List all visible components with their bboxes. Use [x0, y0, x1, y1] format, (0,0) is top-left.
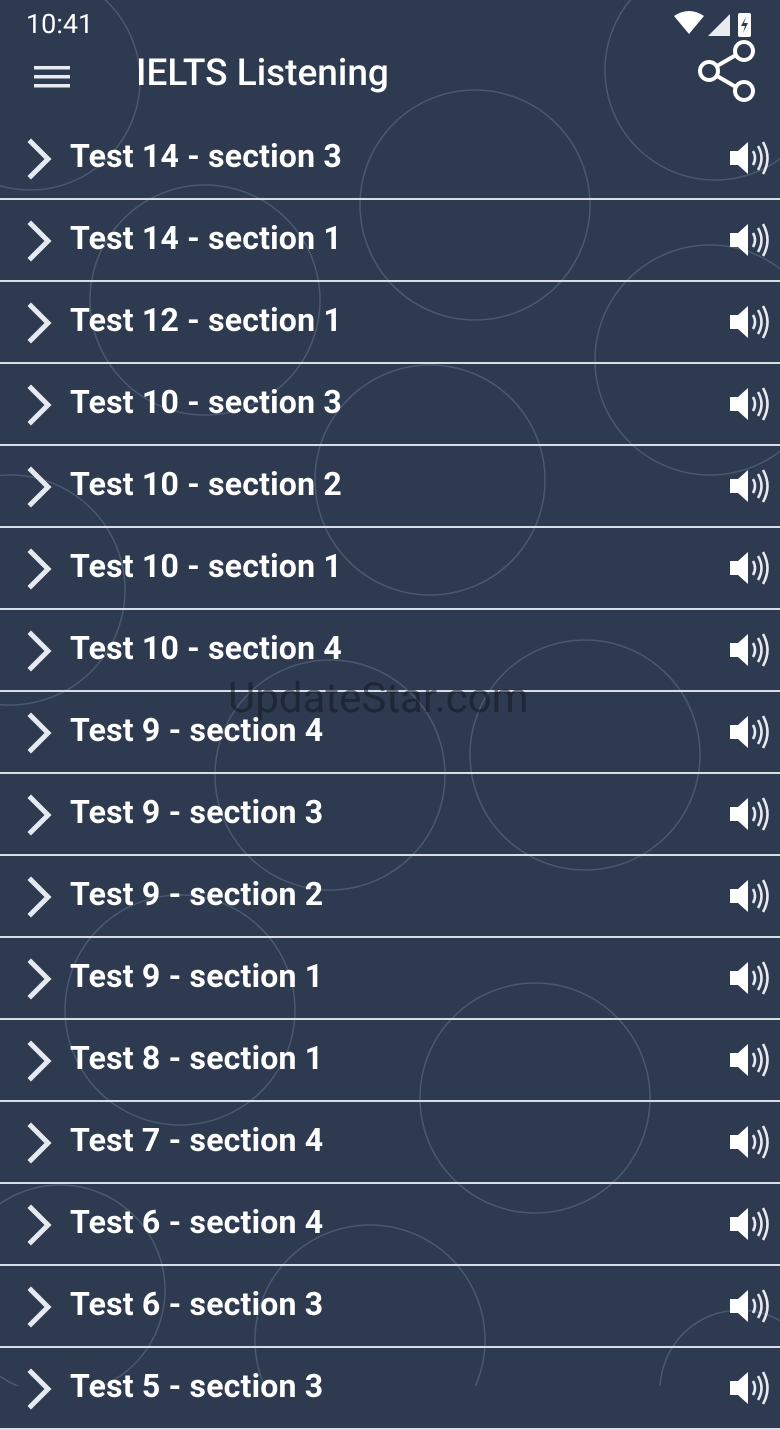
chevron-right-icon — [24, 958, 56, 1000]
speaker-icon[interactable] — [728, 1368, 772, 1408]
chevron-right-icon — [24, 712, 56, 754]
list-item-label: Test 9 - section 3 — [70, 793, 324, 831]
speaker-icon[interactable] — [728, 1122, 772, 1162]
status-time: 10:41 — [26, 8, 94, 40]
chevron-right-icon — [24, 302, 56, 344]
list-item-label: Test 9 - section 4 — [70, 711, 324, 749]
chevron-right-icon — [24, 138, 56, 180]
list-item[interactable]: Test 6 - section 3 — [0, 1266, 780, 1348]
chevron-right-icon — [24, 794, 56, 836]
list-item-label: Test 14 - section 1 — [70, 219, 342, 257]
menu-icon[interactable] — [24, 50, 82, 108]
list-item-label: Test 5 - section 3 — [70, 1367, 324, 1405]
list-item-label: Test 6 - section 3 — [70, 1285, 324, 1323]
chevron-right-icon — [24, 630, 56, 672]
list-item[interactable]: Test 10 - section 4 — [0, 610, 780, 692]
app-bar: IELTS Listening — [0, 40, 780, 118]
list-item-label: Test 10 - section 2 — [70, 465, 342, 503]
signal-icon — [708, 14, 730, 36]
list-item[interactable]: Test 5 - section 3 — [0, 1348, 780, 1430]
list-item[interactable]: Test 9 - section 1 — [0, 938, 780, 1020]
speaker-icon[interactable] — [728, 958, 772, 998]
speaker-icon[interactable] — [728, 630, 772, 670]
list-item-label: Test 6 - section 4 — [70, 1203, 324, 1241]
list-item[interactable]: Test 10 - section 1 — [0, 528, 780, 610]
speaker-icon[interactable] — [728, 220, 772, 260]
speaker-icon[interactable] — [728, 1286, 772, 1326]
list-item[interactable]: Test 9 - section 4 — [0, 692, 780, 774]
speaker-icon[interactable] — [728, 302, 772, 342]
chevron-right-icon — [24, 876, 56, 918]
list-item[interactable]: Test 7 - section 4 — [0, 1102, 780, 1184]
chevron-right-icon — [24, 1122, 56, 1164]
chevron-right-icon — [24, 1368, 56, 1410]
list-item-label: Test 9 - section 2 — [70, 875, 324, 913]
list-item[interactable]: Test 8 - section 1 — [0, 1020, 780, 1102]
speaker-icon[interactable] — [728, 384, 772, 424]
chevron-right-icon — [24, 1286, 56, 1328]
list-item[interactable]: Test 10 - section 3 — [0, 364, 780, 446]
chevron-right-icon — [24, 548, 56, 590]
status-bar: 10:41 — [0, 0, 780, 48]
test-list: Test 14 - section 3 Test 14 - section 1 Te… — [0, 118, 780, 1430]
speaker-icon[interactable] — [728, 1040, 772, 1080]
list-item-label: Test 7 - section 4 — [70, 1121, 324, 1159]
share-icon[interactable] — [694, 38, 760, 104]
list-item-label: Test 10 - section 1 — [70, 547, 342, 585]
chevron-right-icon — [24, 1204, 56, 1246]
wifi-icon — [674, 11, 704, 34]
speaker-icon[interactable] — [728, 548, 772, 588]
list-item[interactable]: Test 14 - section 3 — [0, 118, 780, 200]
chevron-right-icon — [24, 1040, 56, 1082]
speaker-icon[interactable] — [728, 876, 772, 916]
list-item-label: Test 8 - section 1 — [70, 1039, 324, 1077]
chevron-right-icon — [24, 220, 56, 262]
list-item-label: Test 12 - section 1 — [70, 301, 342, 339]
speaker-icon[interactable] — [728, 794, 772, 834]
speaker-icon[interactable] — [728, 712, 772, 752]
list-item[interactable]: Test 6 - section 4 — [0, 1184, 780, 1266]
list-item[interactable]: Test 9 - section 3 — [0, 774, 780, 856]
list-item[interactable]: Test 10 - section 2 — [0, 446, 780, 528]
speaker-icon[interactable] — [728, 138, 772, 178]
list-item[interactable]: Test 14 - section 1 — [0, 200, 780, 282]
page-title: IELTS Listening — [136, 52, 389, 95]
speaker-icon[interactable] — [728, 466, 772, 506]
list-item[interactable]: Test 12 - section 1 — [0, 282, 780, 364]
speaker-icon[interactable] — [728, 1204, 772, 1244]
chevron-right-icon — [24, 466, 56, 508]
status-icons — [674, 11, 751, 37]
chevron-right-icon — [24, 384, 56, 426]
list-item-label: Test 9 - section 1 — [70, 957, 324, 995]
list-item-label: Test 10 - section 3 — [70, 383, 342, 421]
list-item-label: Test 14 - section 3 — [70, 137, 342, 175]
list-item-label: Test 10 - section 4 — [70, 629, 342, 667]
list-item[interactable]: Test 9 - section 2 — [0, 856, 780, 938]
